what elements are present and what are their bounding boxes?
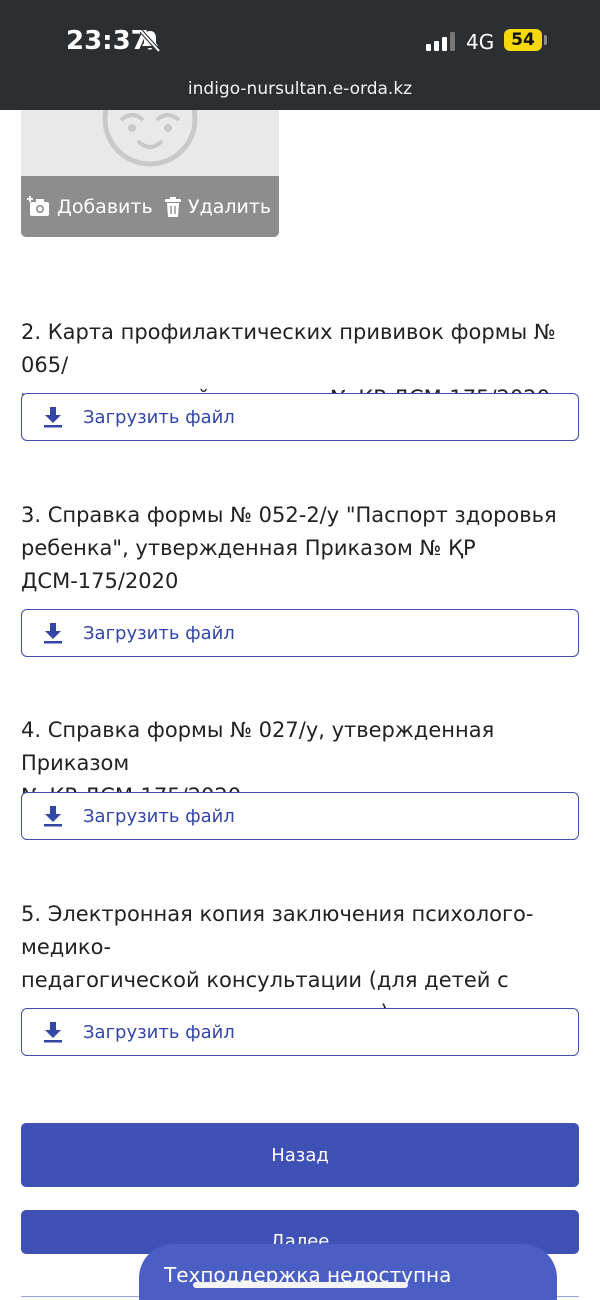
back-button-label: Назад — [271, 1144, 329, 1166]
network-type: 4G — [466, 30, 495, 54]
document-title-line: 3. Справка формы № 052-2/у "Паспорт здор… — [21, 503, 557, 527]
upload-file-label: Загрузить файл — [83, 406, 235, 428]
delete-photo-button[interactable]: Удалить — [164, 195, 271, 219]
add-photo-label: Добавить — [57, 196, 153, 218]
battery-level: 54 — [504, 29, 542, 51]
upload-file-label: Загрузить файл — [83, 622, 235, 644]
upload-file-button[interactable]: Загрузить файл — [21, 393, 579, 441]
battery-tip — [544, 35, 547, 45]
document-title-line: 5. Электронная копия заключения психолог… — [21, 902, 534, 959]
download-icon — [44, 806, 62, 827]
photo-actions-bar: Добавить Удалить — [21, 176, 279, 237]
upload-file-button[interactable]: Загрузить файл — [21, 792, 579, 840]
download-icon — [44, 1022, 62, 1043]
document-title-line: педагогической консультации (для детей с — [21, 968, 509, 992]
upload-file-button[interactable]: Загрузить файл — [21, 609, 579, 657]
document-title: 3. Справка формы № 052-2/у "Паспорт здор… — [21, 499, 599, 598]
status-bar: 23:37 4G 54 indigo-nursultan.e-orda.kz — [0, 0, 600, 110]
document-title-line: 2. Карта профилактических прививок формы… — [21, 320, 556, 377]
photo-upload-box: Добавить Удалить — [21, 110, 279, 237]
status-time: 23:37 — [66, 26, 149, 56]
add-photo-button[interactable]: Добавить — [27, 195, 153, 219]
upload-file-label: Загрузить файл — [83, 1021, 235, 1043]
document-title-line: ДСМ-175/2020 — [21, 569, 179, 593]
upload-file-label: Загрузить файл — [83, 805, 235, 827]
bell-muted-icon — [139, 29, 161, 53]
page: 23:37 4G 54 indigo-nursultan.e-orda.kz Д… — [0, 0, 600, 1300]
document-title-line: 4. Справка формы № 027/у, утвержденная П… — [21, 718, 495, 775]
home-indicator — [193, 1282, 408, 1288]
download-icon — [44, 623, 62, 644]
delete-photo-label: Удалить — [188, 196, 272, 218]
back-button[interactable]: Назад — [21, 1123, 579, 1187]
trash-icon — [165, 197, 181, 217]
support-banner[interactable]: Техподдержка недоступна — [139, 1244, 557, 1300]
signal-strength-icon — [426, 31, 456, 51]
child-avatar-icon — [102, 110, 198, 167]
page-url: indigo-nursultan.e-orda.kz — [187, 79, 413, 99]
download-icon — [44, 407, 62, 428]
document-title-line: ребенка", утвержденная Приказом № ҚР — [21, 536, 476, 560]
upload-file-button[interactable]: Загрузить файл — [21, 1008, 579, 1056]
camera-add-icon — [27, 196, 49, 216]
